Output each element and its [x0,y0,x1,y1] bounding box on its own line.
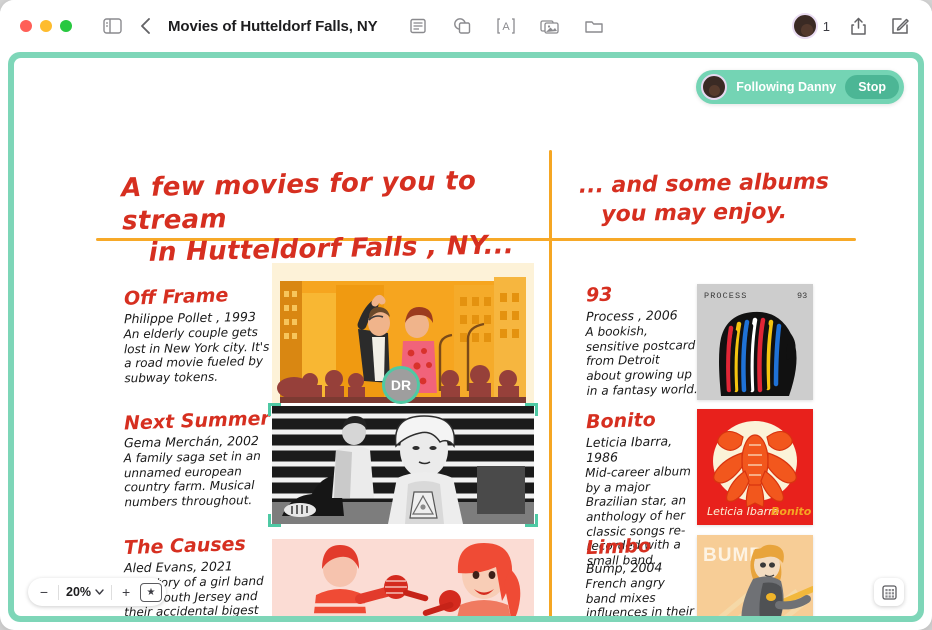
svg-text:93: 93 [797,291,807,301]
heading-albums-line2: you may enjoy. [601,198,788,227]
album-cover-caption-2: Bonito [771,505,812,518]
movie-entry-2[interactable]: Next Summer Gema Merchán, 2002 A family … [123,407,274,510]
stop-following-button[interactable]: Stop [845,75,899,99]
movie-credit: Gema Merchán, 2002 [123,432,260,451]
following-label: Following Danny [736,80,837,94]
zoom-in-button[interactable]: + [114,580,138,604]
movie-image-3[interactable] [272,539,534,616]
movie-title: Off Frame [123,284,229,310]
toolbar-tools: A [404,12,608,40]
zoom-level-value: 20% [66,585,92,599]
heading-movies-line1: A few movies for you to stream [121,165,477,236]
grid-view-button[interactable] [874,578,904,606]
collaborators[interactable]: 1 [791,13,830,39]
sidebar-toggle-icon[interactable] [98,12,126,40]
album-entry-1[interactable]: 93 Process , 2006 A bookish, sensitive p… [585,283,698,398]
album-cover-3[interactable]: BUMP LIMBO [697,535,813,616]
window-controls [20,20,72,32]
album-title: 93 [585,283,613,307]
vertical-divider [549,150,552,616]
zoom-level-dropdown[interactable]: 20% [61,585,109,599]
album-cover-text: PROCESS [704,291,747,301]
following-pill[interactable]: Following Danny Stop [696,70,904,104]
star-tool-icon[interactable]: ★ [140,582,163,602]
collaborator-count: 1 [822,18,830,34]
compose-icon[interactable] [886,12,914,40]
collaborator-cursor-badge: DR [382,366,420,404]
album-cover-1[interactable]: PROCESS 93 [697,284,813,400]
title-bar: Movies of Hutteldorf Falls, NY A 1 [0,0,932,52]
heading-albums-line1: ... and some albums [578,169,830,199]
share-icon[interactable] [844,12,872,40]
following-avatar [701,74,728,100]
album-credit: Bump, 2004 [585,559,663,576]
movie-title: The Causes [123,532,247,560]
album-title: Limbo [585,534,652,560]
album-cover-caption: Leticia Ibarra [707,505,780,518]
folder-icon[interactable] [580,12,608,40]
movie-credit: Philippe Pollet , 1993 [123,309,256,327]
album-title: Bonito [585,408,657,434]
chevron-down-icon [95,589,104,595]
album-credit: Leticia Ibarra, 1986 [585,433,673,465]
media-icon[interactable] [536,12,564,40]
album-cover-2[interactable]: Leticia Ibarra Bonito [697,409,813,525]
divider [58,584,59,600]
text-box-icon[interactable]: A [492,12,520,40]
album-description: A bookish, sensitive postcard from Detro… [585,323,698,398]
movie-description: A family saga set in an unnamed european… [123,448,261,510]
movie-title: Next Summer [123,407,271,435]
maximize-window-button[interactable] [60,20,72,32]
note-icon[interactable] [404,12,432,40]
app-window: Movies of Hutteldorf Falls, NY A 1 Follo… [0,0,932,630]
minimize-window-button[interactable] [40,20,52,32]
heading-movies: A few movies for you to stream in Huttel… [121,164,543,270]
svg-text:A: A [502,21,510,33]
shapes-icon[interactable] [448,12,476,40]
grid-icon [881,584,897,600]
avatar[interactable] [791,13,818,39]
toolbar-right: 1 [791,12,914,40]
close-window-button[interactable] [20,20,32,32]
movie-image-2[interactable] [272,406,534,524]
page-title: Movies of Hutteldorf Falls, NY [168,17,378,35]
zoom-out-button[interactable]: − [32,580,56,604]
back-chevron-icon[interactable] [132,12,160,40]
album-description: French angry band mixes influences in th… [585,575,695,616]
canvas-frame: Following Danny Stop A few movies for yo… [8,52,924,622]
divider [111,584,113,600]
movie-description: An elderly couple gets lost in New York … [123,324,270,386]
movie-entry-1[interactable]: Off Frame Philippe Pollet , 1993 An elde… [123,284,274,386]
movie-credit: Aled Evans, 2021 [123,558,233,576]
board-canvas[interactable]: Following Danny Stop A few movies for yo… [14,58,918,616]
album-credit: Process , 2006 [585,307,678,324]
zoom-controls[interactable]: − 20% + ★ [28,578,167,606]
heading-albums: ... and some albums you may enjoy. [579,167,890,230]
album-entry-3[interactable]: Limbo Bump, 2004 French angry band mixes… [585,534,698,616]
